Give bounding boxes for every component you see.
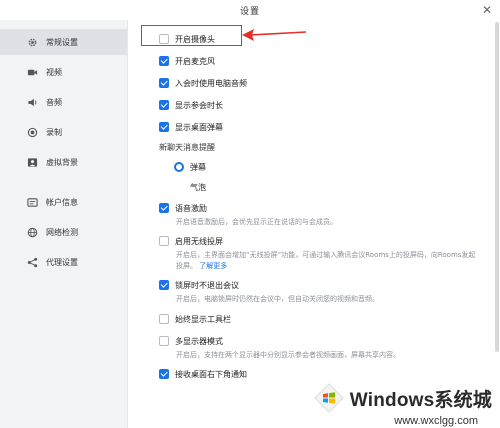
wireless-cast-checkbox[interactable] <box>159 236 169 246</box>
sidebar-item-label: 音频 <box>46 97 62 107</box>
windows-logo-icon <box>314 383 344 413</box>
gear-icon <box>27 37 38 48</box>
wireless-cast-option[interactable]: 启用无线投屏 <box>159 234 223 248</box>
voice-activation-checkbox[interactable] <box>159 203 169 213</box>
computer-audio-label: 入会时使用电脑音频 <box>175 78 247 88</box>
general-settings-panel: 开启摄像头 开启麦克风 入会时使用电脑音频 显示参会时长 显示桌面弹幕 新聊天消… <box>128 20 500 428</box>
sidebar-item-label: 虚拟背景 <box>46 157 78 167</box>
desktop-barrage-option[interactable]: 显示桌面弹幕 <box>159 120 223 134</box>
lock-screen-desc: 开启后，电脑锁屏时仍然在会议中，但自动关闭您的视频和音频。 <box>176 295 379 303</box>
sidebar-item-video[interactable]: 视频 <box>0 59 127 85</box>
toolbar-checkbox[interactable] <box>159 314 169 324</box>
video-icon <box>27 67 38 78</box>
learn-more-link[interactable]: 了解更多 <box>199 262 227 270</box>
multi-display-label: 多显示器模式 <box>175 336 223 346</box>
sidebar-item-virtual-background[interactable]: 虚拟背景 <box>0 149 127 175</box>
wireless-cast-label: 启用无线投屏 <box>175 236 223 246</box>
sidebar: 常规设置 视频 音频 录制 虚拟背景 帐户信息 网络检测 代理设置 <box>0 20 127 428</box>
multi-display-checkbox[interactable] <box>159 336 169 346</box>
settings-window: 设置 ✕ 常规设置 视频 音频 录制 虚拟背景 帐户信息 网络检测 代理设置 开… <box>0 0 500 428</box>
camera-option[interactable]: 开启摄像头 <box>159 32 215 46</box>
desktop-barrage-checkbox[interactable] <box>159 122 169 132</box>
multi-display-desc: 开启后，支持在两个显示器中分别显示参会者视频画面，屏幕共享内容。 <box>176 351 400 359</box>
toolbar-label: 始终显示工具栏 <box>175 314 231 324</box>
bubble-radio[interactable] <box>174 182 184 192</box>
barrage-label: 弹幕 <box>190 162 206 172</box>
show-duration-option[interactable]: 显示参会时长 <box>159 98 223 112</box>
desktop-notify-checkbox[interactable] <box>159 369 169 379</box>
title-bar: 设置 ✕ <box>0 0 500 20</box>
lock-screen-option[interactable]: 锁屏时不退出会议 <box>159 278 239 292</box>
sidebar-item-proxy[interactable]: 代理设置 <box>0 249 127 275</box>
show-duration-label: 显示参会时长 <box>175 100 223 110</box>
sidebar-item-label: 视频 <box>46 67 62 77</box>
chat-notify-label: 新聊天消息提醒 <box>159 143 215 152</box>
mic-label: 开启麦克风 <box>175 56 215 66</box>
sidebar-item-general[interactable]: 常规设置 <box>0 29 127 55</box>
chat-notify-barrage-option[interactable]: 弹幕 <box>174 160 206 174</box>
sidebar-item-record[interactable]: 录制 <box>0 119 127 145</box>
annotation-arrow-icon <box>242 29 307 41</box>
chat-notify-bubble-option[interactable]: 气泡 <box>174 180 206 194</box>
computer-audio-option[interactable]: 入会时使用电脑音频 <box>159 76 247 90</box>
camera-label: 开启摄像头 <box>175 34 215 44</box>
voice-activation-option[interactable]: 语音激励 <box>159 201 207 215</box>
barrage-radio[interactable] <box>174 162 184 172</box>
watermark: Windows系统城 <box>312 382 492 414</box>
desktop-notify-label: 接收桌面右下角通知 <box>175 369 247 379</box>
lock-screen-label: 锁屏时不退出会议 <box>175 280 239 290</box>
lock-screen-checkbox[interactable] <box>159 280 169 290</box>
bubble-label: 气泡 <box>190 182 206 192</box>
sidebar-item-label: 代理设置 <box>46 257 78 267</box>
window-title: 设置 <box>239 6 260 17</box>
record-icon <box>27 127 38 138</box>
voice-activation-label: 语音激励 <box>175 203 207 213</box>
show-duration-checkbox[interactable] <box>159 100 169 110</box>
wireless-cast-desc: 开启后，主界面会增加“无线投屏”功能，可通过输入腾讯会议Rooms上的投屏码，向… <box>176 250 481 272</box>
sidebar-item-label: 帐户信息 <box>46 197 78 207</box>
close-icon[interactable]: ✕ <box>482 2 492 18</box>
mic-option[interactable]: 开启麦克风 <box>159 54 215 68</box>
watermark-brand: Windows系统城 <box>349 389 492 411</box>
computer-audio-checkbox[interactable] <box>159 78 169 88</box>
sidebar-item-label: 录制 <box>46 127 62 137</box>
sidebar-item-account[interactable]: 帐户信息 <box>0 189 127 215</box>
sidebar-item-label: 网络检测 <box>46 227 78 237</box>
virtual-background-icon <box>27 157 38 168</box>
sidebar-item-label: 常规设置 <box>46 37 78 47</box>
speaker-icon <box>27 97 38 108</box>
proxy-icon <box>27 257 38 268</box>
desktop-barrage-label: 显示桌面弹幕 <box>175 122 223 132</box>
toolbar-option[interactable]: 始终显示工具栏 <box>159 312 231 326</box>
network-icon <box>27 227 38 238</box>
voice-activation-desc: 开启语音激励后，会优先显示正在说话的与会成员。 <box>176 218 337 226</box>
sidebar-item-audio[interactable]: 音频 <box>0 89 127 115</box>
watermark-url: www.wxclgg.com <box>394 415 478 427</box>
multi-display-option[interactable]: 多显示器模式 <box>159 334 223 348</box>
mic-checkbox[interactable] <box>159 56 169 66</box>
camera-checkbox[interactable] <box>159 34 169 44</box>
desktop-notify-option[interactable]: 接收桌面右下角通知 <box>159 367 247 381</box>
sidebar-item-network[interactable]: 网络检测 <box>0 219 127 245</box>
scrollbar[interactable] <box>495 22 499 352</box>
account-icon <box>27 197 38 208</box>
